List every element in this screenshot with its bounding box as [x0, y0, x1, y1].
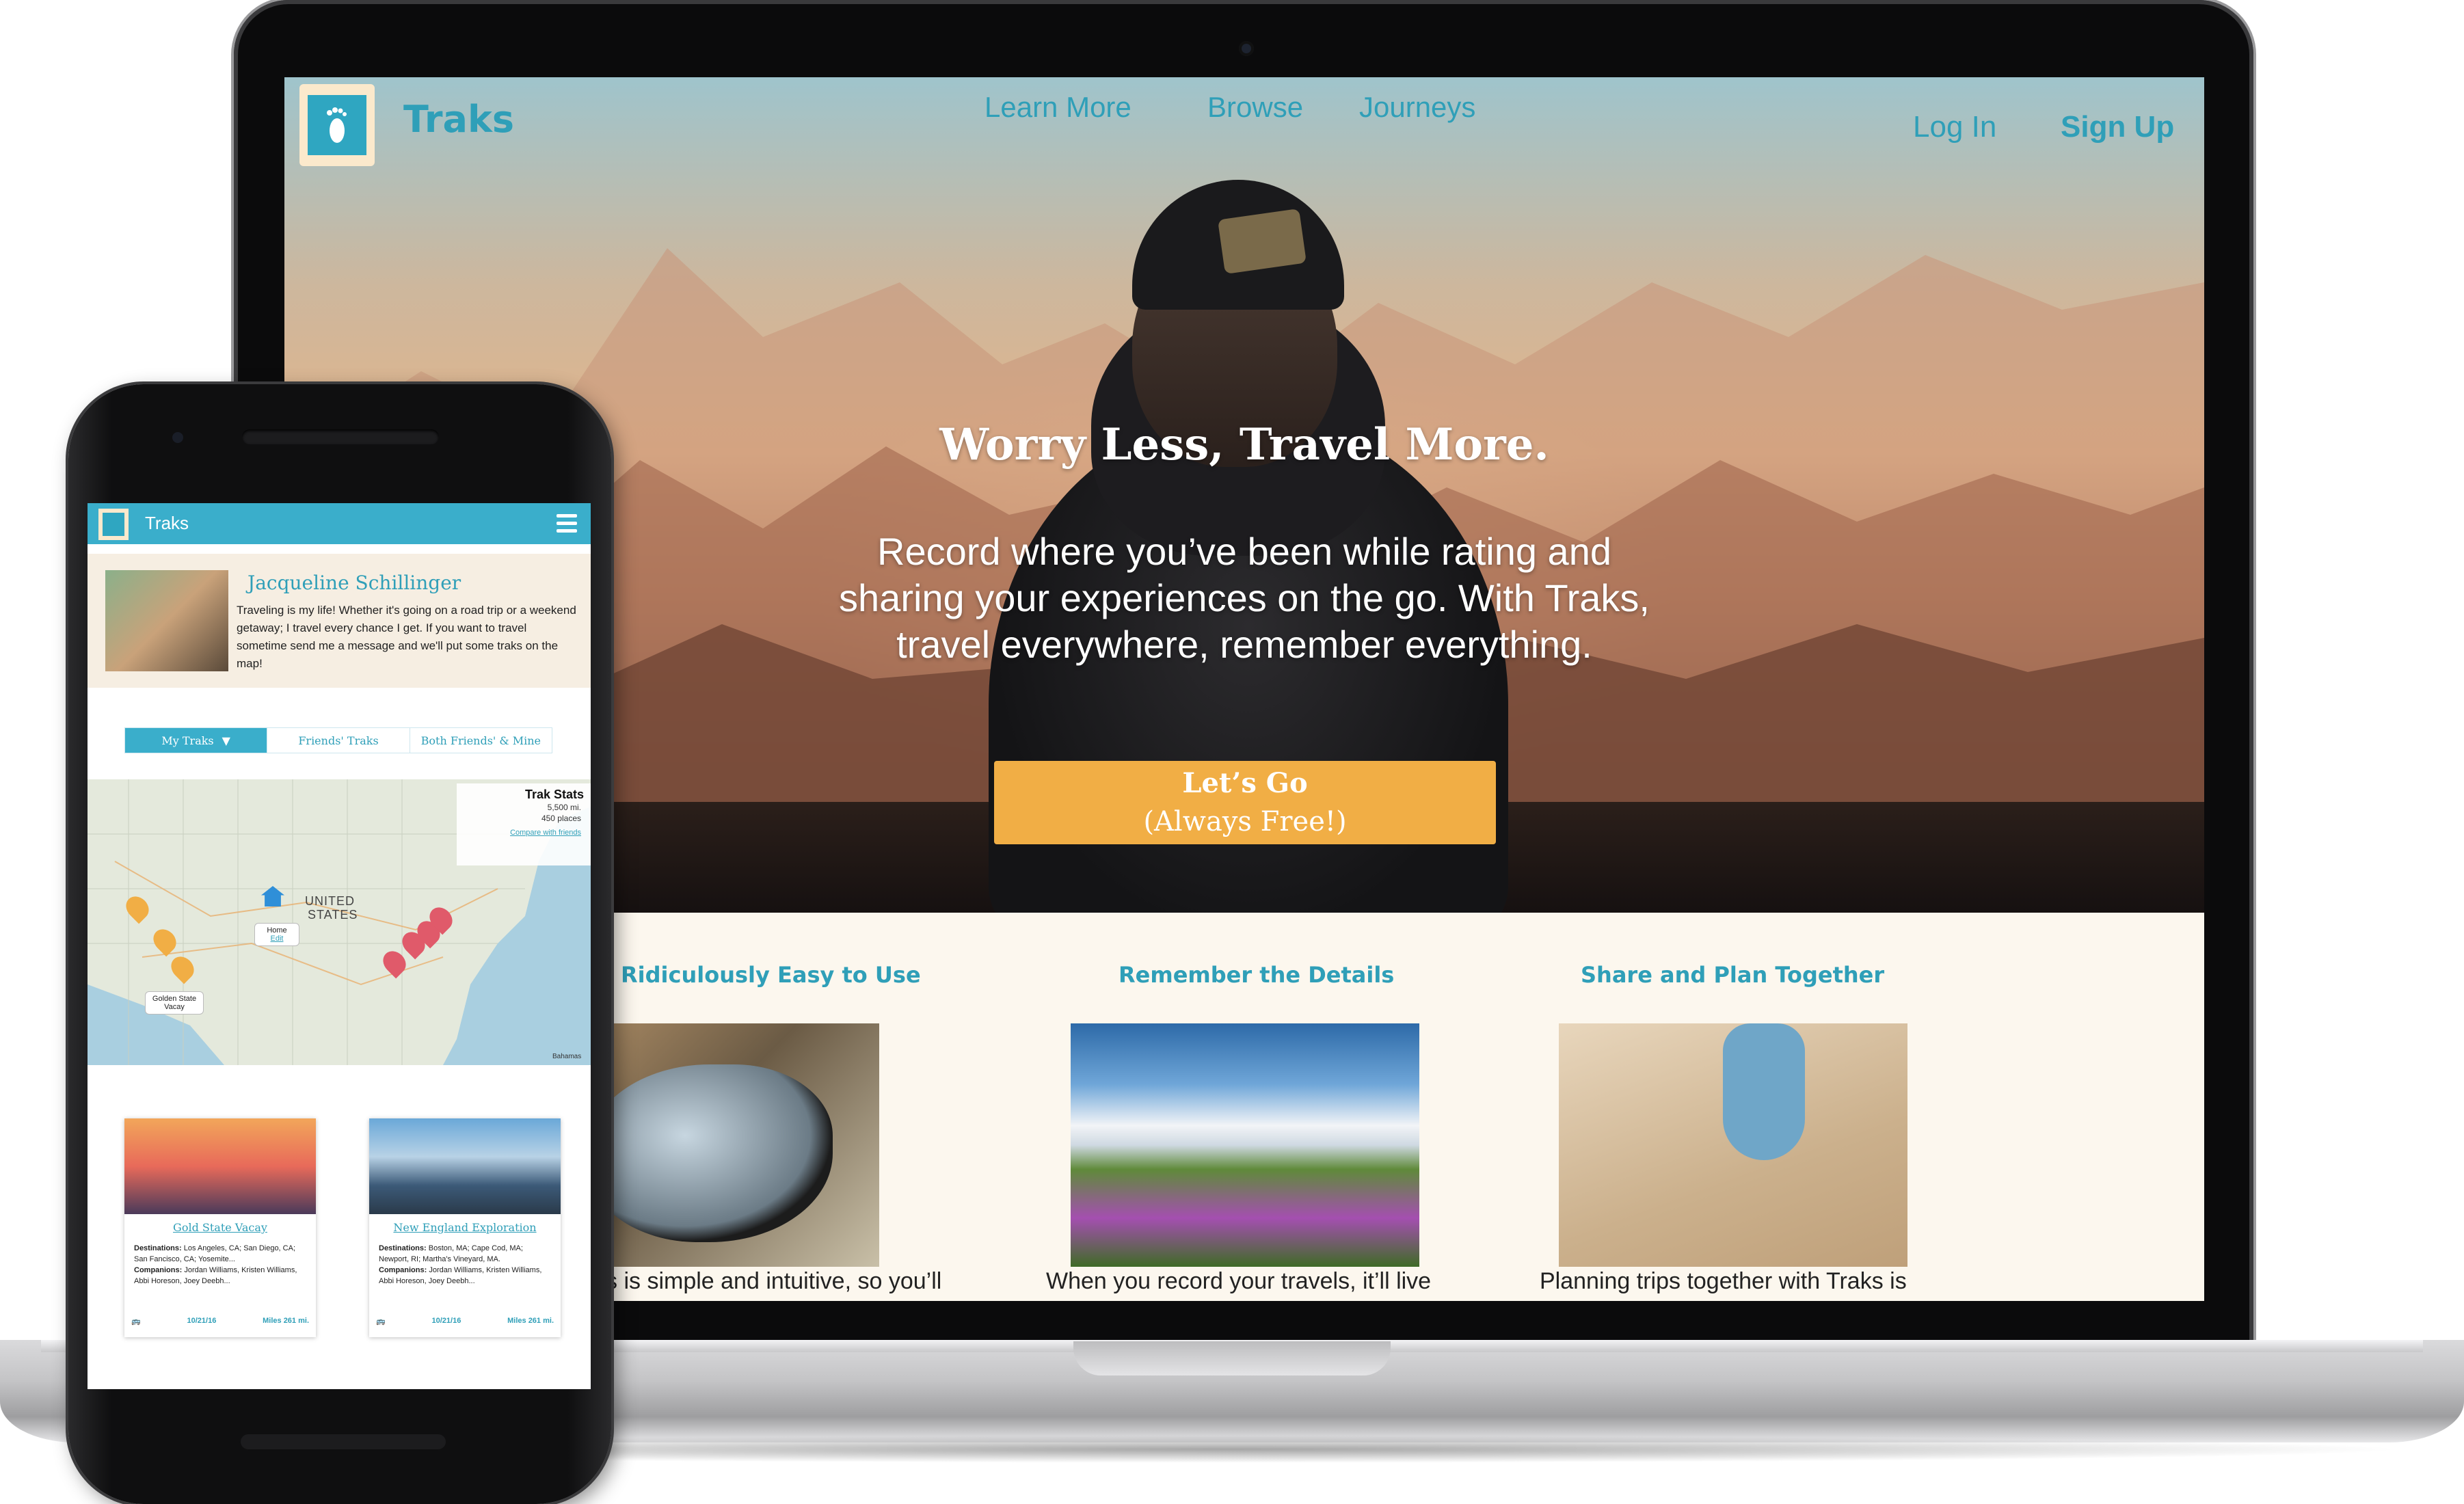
trak-stats-places: 450 places: [541, 814, 581, 823]
lets-go-button[interactable]: Let’s Go (Always Free!): [994, 761, 1496, 844]
map-label-bahamas: Bahamas: [552, 1053, 582, 1060]
companions-label: Companions:: [134, 1266, 183, 1274]
trip-card-title[interactable]: Gold State Vacay: [124, 1221, 316, 1234]
home-edit-link[interactable]: Edit: [259, 935, 295, 943]
trip-card-title[interactable]: New England Exploration: [369, 1221, 561, 1234]
profile-name: Jacqueline Schillinger: [247, 572, 461, 594]
nav-journeys[interactable]: Journeys: [1359, 91, 1475, 124]
trip-card-details: Destinations: Boston, MA; Cape Cod, MA; …: [379, 1243, 554, 1287]
cap-logo: [1218, 209, 1307, 274]
bus-icon: 🚌: [376, 1317, 386, 1326]
feature-image-beach-hands: [1559, 1023, 1907, 1267]
traks-tabs: My Traks ▼ Friends' Traks Both Friends' …: [124, 727, 552, 753]
signup-link[interactable]: Sign Up: [2061, 110, 2174, 144]
footprint-icon: [308, 95, 366, 155]
feature-title-easy: Ridiculously Easy to Use: [621, 962, 921, 988]
nav-learn-more[interactable]: Learn More: [985, 91, 1131, 124]
phone-camera: [172, 432, 183, 443]
feature-text-easy: s is simple and intuitive, so you’ll: [606, 1268, 942, 1294]
trip-card-image: [369, 1118, 561, 1214]
tab-my-traks-label: My Traks: [161, 734, 214, 747]
login-link[interactable]: Log In: [1913, 110, 1996, 144]
trip-card-details: Destinations: Los Angeles, CA; San Diego…: [134, 1243, 309, 1287]
trip-card-image: [124, 1118, 316, 1214]
compare-friends-link[interactable]: Compare with friends: [457, 828, 591, 837]
tab-both-traks[interactable]: Both Friends' & Mine: [410, 728, 552, 753]
bus-icon: 🚌: [131, 1317, 141, 1326]
trip-card-footer: 🚌 10/21/16 Miles 261 mi.: [131, 1317, 309, 1326]
trak-stats-title: Trak Stats: [524, 788, 584, 801]
trip-miles: Miles 261 mi.: [507, 1317, 554, 1325]
destinations-label: Destinations:: [134, 1244, 182, 1252]
trip-date: 10/21/16: [187, 1317, 217, 1325]
trip-callout: Golden State Vacay: [145, 991, 204, 1015]
map-label-states: STATES: [308, 908, 358, 922]
app-title: Traks: [145, 513, 189, 533]
home-callout: Home Edit: [254, 923, 299, 946]
site-brand[interactable]: Traks: [403, 98, 514, 141]
cta-sublabel: (Always Free!): [1143, 806, 1347, 837]
phone-speaker: [242, 429, 439, 444]
tab-my-traks[interactable]: My Traks ▼: [125, 728, 268, 753]
feature-text-details: When you record your travels, it’ll live: [1046, 1268, 1432, 1294]
map-label-united: UNITED: [305, 894, 355, 908]
hero-body: Record where you’ve been while rating an…: [839, 530, 1650, 666]
feature-title-share: Share and Plan Together: [1581, 962, 1885, 988]
trak-stats-miles: 5,500 mi.: [547, 803, 581, 812]
laptop-notch: [1073, 1341, 1391, 1375]
trip-date: 10/21/16: [431, 1317, 461, 1325]
companions-label: Companions:: [379, 1266, 427, 1274]
cta-label: Let’s Go: [1182, 767, 1308, 799]
feature-title-details: Remember the Details: [1119, 962, 1395, 988]
trip-miles: Miles 261 mi.: [263, 1317, 309, 1325]
destinations-label: Destinations:: [379, 1244, 427, 1252]
trak-stats-panel: Trak Stats 5,500 mi. 450 places Compare …: [457, 783, 591, 865]
profile-bio: Traveling is my life! Whether it's going…: [237, 604, 576, 670]
trip-card[interactable]: New England Exploration Destinations: Bo…: [369, 1118, 561, 1337]
phone-screen: Traks Jacqueline Schillinger Traveling i…: [88, 503, 591, 1389]
feature-text-share: Planning trips together with Traks is: [1540, 1268, 1907, 1294]
trip-card[interactable]: Gold State Vacay Destinations: Los Angel…: [124, 1118, 316, 1337]
feature-image-meadow: [1071, 1023, 1419, 1267]
home-callout-label: Home: [267, 926, 287, 935]
hamburger-menu-icon[interactable]: [557, 514, 577, 533]
tab-friends-traks[interactable]: Friends' Traks: [267, 728, 410, 753]
phone-bottom-grille: [241, 1434, 446, 1449]
profile-avatar: [105, 570, 228, 671]
laptop-camera: [1239, 41, 1254, 56]
chevron-down-icon: ▼: [222, 734, 230, 747]
trip-card-footer: 🚌 10/21/16 Miles 261 mi.: [376, 1317, 554, 1326]
footprint-icon: [103, 513, 124, 536]
nav-browse[interactable]: Browse: [1207, 91, 1303, 124]
